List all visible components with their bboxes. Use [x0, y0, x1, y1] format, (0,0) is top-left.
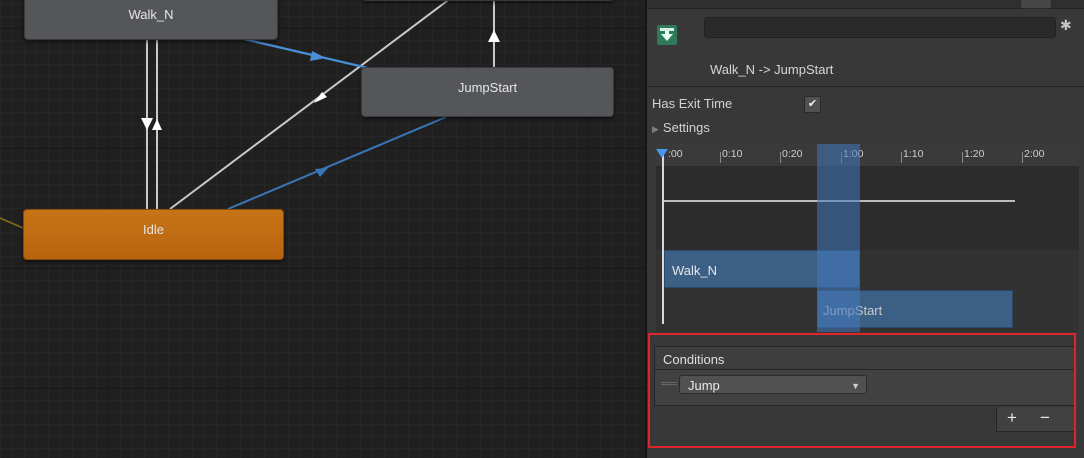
state-label: Walk_N: [128, 7, 174, 22]
track-label: Walk_N: [672, 263, 718, 278]
toolbar-button[interactable]: [1020, 0, 1052, 9]
arrow-up-icon: [488, 30, 500, 42]
start-marker-icon[interactable]: [656, 149, 668, 158]
transition-idle-jump[interactable]: [227, 116, 447, 210]
inspector-panel: ✱ Walk_N -> JumpStart Has Exit Time ✔ ▶ S…: [645, 0, 1084, 458]
add-condition-button[interactable]: +: [1007, 408, 1017, 428]
selected-parameter: Jump: [688, 378, 720, 393]
conditions-title: Conditions: [663, 352, 725, 367]
state-label: JumpStart: [457, 80, 518, 95]
timeline-ruler[interactable]: 0:10 0:20 1:00 1:10 1:20 2:00 :00: [656, 144, 1079, 167]
transition-icon: [657, 25, 677, 45]
transition-title: Walk_N -> JumpStart: [710, 62, 834, 77]
tick-label: 0:20: [782, 148, 803, 160]
state-label: Idle: [143, 222, 164, 237]
state-node-jumpstart[interactable]: JumpStart: [361, 67, 614, 117]
remove-condition-button[interactable]: −: [1040, 408, 1050, 428]
state-node-walk[interactable]: Walk_N: [24, 0, 278, 40]
weight-curve-area: [656, 167, 1079, 249]
caret-right-icon: ▶: [652, 124, 659, 134]
state-node-idle[interactable]: Idle: [23, 209, 284, 260]
dropdown-arrow-icon: ▼: [851, 381, 860, 391]
gear-icon[interactable]: ✱: [1060, 17, 1072, 34]
conditions-header: Conditions: [654, 346, 1075, 370]
tick-label: :00: [668, 148, 683, 160]
tick-label: 2:00: [1024, 148, 1045, 160]
playhead[interactable]: [662, 152, 664, 324]
animator-graph[interactable]: Walk_N JumpStart Idle: [0, 0, 645, 458]
drag-handle-icon[interactable]: ══: [661, 376, 677, 390]
settings-foldout[interactable]: ▶ Settings: [652, 120, 710, 135]
conditions-footer: + −: [996, 407, 1075, 432]
arrow-down-icon: [141, 118, 153, 130]
state-node-upper[interactable]: [362, 0, 614, 1]
inspector-toolbar: [647, 0, 1084, 9]
tick-label: 0:10: [722, 148, 743, 160]
condition-parameter-dropdown[interactable]: Jump ▼: [679, 375, 867, 394]
transition-name-field[interactable]: [704, 17, 1056, 38]
divider: [647, 86, 1084, 87]
transition-overlap[interactable]: [817, 144, 860, 332]
conditions-list: Conditions ══ Jump ▼ + −: [651, 341, 1076, 445]
tick-label: 1:10: [903, 148, 924, 160]
arrow-up-icon: [152, 119, 162, 130]
settings-label: Settings: [662, 120, 710, 135]
tick-label: 1:20: [964, 148, 985, 160]
transition-offscreen: [0, 217, 24, 229]
has-exit-time-checkbox[interactable]: ✔: [804, 96, 821, 113]
has-exit-time-label: Has Exit Time: [652, 96, 733, 111]
transition-timeline[interactable]: 0:10 0:20 1:00 1:10 1:20 2:00 :00 Walk_N…: [656, 144, 1079, 332]
condition-row: ══ Jump ▼: [654, 370, 1075, 406]
arrow-icon: [310, 51, 326, 61]
timeline-tracks: Walk_N JumpStart: [656, 250, 1079, 332]
